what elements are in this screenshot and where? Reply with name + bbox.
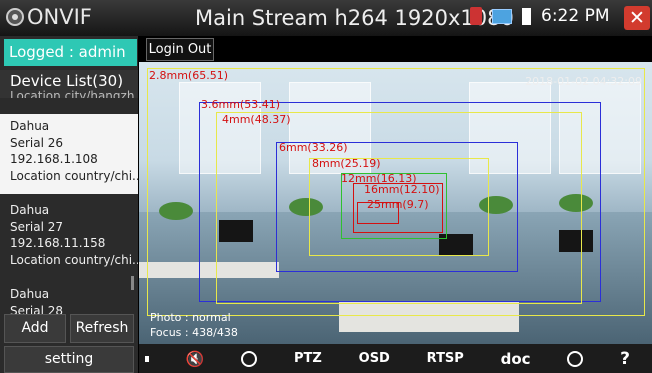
focal-label: 2.8mm(65.51) <box>149 69 228 82</box>
sidebar: Logged : admin Device List(30) Location … <box>0 36 138 373</box>
device-serial: Serial 27 <box>10 219 64 234</box>
focus-value: Focus : 438/438 <box>150 326 238 339</box>
video-view[interactable]: 2.8mm(65.51) 3.6mm(53.41) 4mm(48.37) 6mm… <box>139 62 652 344</box>
device-name: Dahua <box>10 119 50 133</box>
play-icon[interactable] <box>241 350 258 367</box>
osd-button[interactable]: OSD <box>359 351 390 366</box>
add-button[interactable]: Add <box>4 314 66 343</box>
logged-in-status: Logged : admin <box>4 39 137 66</box>
bottom-toolbar: 🔇 PTZ OSD RTSP doc ? <box>139 344 652 373</box>
battery-icon <box>522 7 531 25</box>
focal-label: 4mm(48.37) <box>222 113 291 126</box>
stream-title: Main Stream h264 1920x1080 <box>195 6 514 30</box>
device-list-header: Device List(30) Location city/hangzh... <box>0 70 138 98</box>
top-bar: ONVIF Main Stream h264 1920x1080 6:22 PM… <box>0 0 652 36</box>
device-ip: 192.168.1.108 <box>10 152 98 166</box>
login-out-button[interactable]: Login Out <box>146 38 214 61</box>
focal-label: 3.6mm(53.41) <box>201 98 280 111</box>
toolbar-marker <box>145 355 149 362</box>
device-item[interactable]: Dahua Serial 28 <box>0 284 138 314</box>
device-item[interactable]: Dahua Serial 27 192.168.11.158 Location … <box>0 198 138 276</box>
doc-button[interactable]: doc <box>501 350 531 368</box>
video-datetime: 2018-01-02 04:32:09 <box>525 75 642 88</box>
record-button-icon[interactable] <box>567 350 584 367</box>
device-location: Location country/chi... <box>10 252 138 267</box>
app-logo: ONVIF <box>6 5 92 29</box>
device-list-scrollbar[interactable] <box>131 276 134 290</box>
clock: 6:22 PM <box>541 6 610 26</box>
device-list-peek: Location city/hangzh... <box>10 89 138 98</box>
focal-label: 8mm(25.19) <box>312 157 381 170</box>
photo-info: Photo : normal Focus : 438/438 <box>150 310 238 340</box>
device-serial: Serial 28 <box>10 303 64 315</box>
photo-mode: Photo : normal <box>150 311 231 324</box>
onvif-logo-icon <box>6 8 24 26</box>
device-item[interactable]: Dahua Serial 26 192.168.1.108 Location c… <box>0 114 138 194</box>
ptz-button[interactable]: PTZ <box>294 351 322 366</box>
device-ip: 192.168.11.158 <box>10 236 106 250</box>
device-list-title: Device List(30) <box>10 72 124 90</box>
network-icon <box>492 8 512 24</box>
focal-label: 6mm(33.26) <box>279 141 348 154</box>
close-icon[interactable]: ✕ <box>624 6 650 30</box>
focal-label: 16mm(12.10) <box>364 183 440 196</box>
device-name: Dahua <box>10 203 50 217</box>
focal-label: 25mm(9.7) <box>367 198 429 211</box>
app-title-label: ONVIF <box>27 5 92 29</box>
rtsp-button[interactable]: RTSP <box>427 351 464 366</box>
setting-button[interactable]: setting <box>4 346 134 373</box>
device-name: Dahua <box>10 287 50 301</box>
record-icon <box>470 7 482 25</box>
refresh-button[interactable]: Refresh <box>70 314 134 343</box>
device-location: Location country/chi... <box>10 168 138 183</box>
mute-icon[interactable]: 🔇 <box>186 350 205 368</box>
help-button[interactable]: ? <box>620 349 630 369</box>
device-serial: Serial 26 <box>10 135 64 150</box>
status-area: 6:22 PM <box>470 6 610 26</box>
